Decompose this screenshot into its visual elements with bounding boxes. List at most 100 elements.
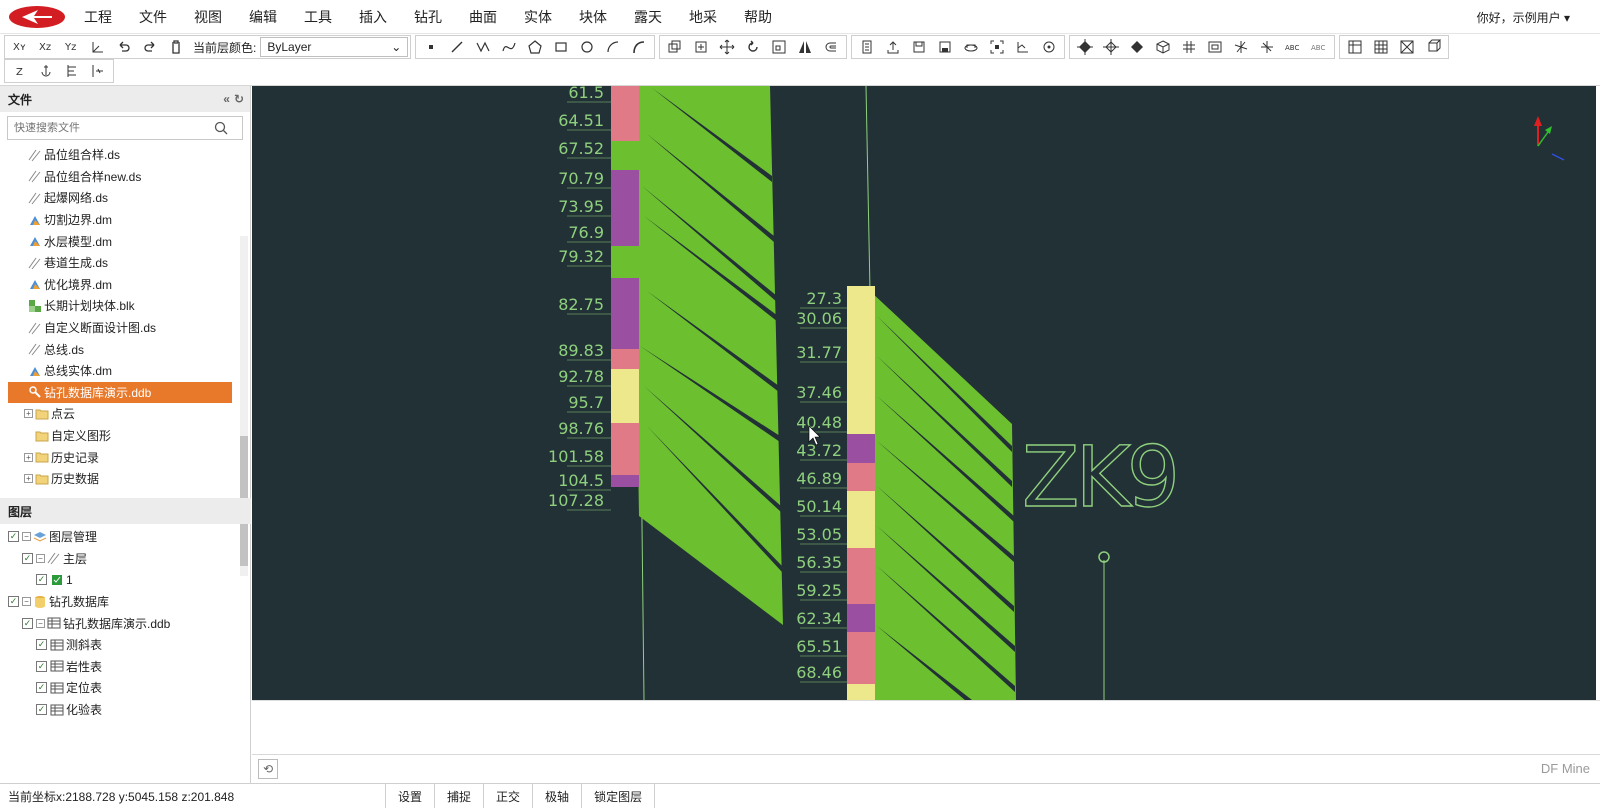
menu-drill[interactable]: 钻孔 [414, 7, 442, 27]
folder-item[interactable]: 自定义图形 [0, 425, 250, 447]
user-menu[interactable]: 你好，示例用户 ▾ [1477, 9, 1570, 26]
menu-solid[interactable]: 实体 [524, 7, 552, 27]
table-grid-icon[interactable] [1368, 36, 1394, 58]
view-xy-icon[interactable]: Xʏ [7, 36, 33, 58]
curve-icon[interactable] [496, 36, 522, 58]
layer-item[interactable]: ✓ − 钻孔数据库 [0, 591, 251, 613]
layer-item[interactable]: ✓ − 图层管理 [0, 526, 251, 548]
rotate-icon[interactable] [740, 36, 766, 58]
zoom-extents-icon[interactable] [984, 36, 1010, 58]
menu-edit[interactable]: 编辑 [249, 7, 277, 27]
view-3d-icon[interactable] [85, 36, 111, 58]
upload-icon[interactable] [880, 36, 906, 58]
arc-icon[interactable] [600, 36, 626, 58]
collapse-icon[interactable]: « [223, 92, 230, 106]
intersect-icon[interactable] [1228, 36, 1254, 58]
collapse-icon[interactable]: − [22, 532, 31, 542]
save-icon[interactable] [906, 36, 932, 58]
circle-icon[interactable] [574, 36, 600, 58]
profile-icon[interactable] [85, 60, 111, 82]
layer-item[interactable]: ✓ 化验表 [0, 699, 251, 721]
frame-icon[interactable] [1394, 36, 1420, 58]
file-search-box[interactable] [7, 116, 243, 140]
layer-visibility-checkbox[interactable]: ✓ [22, 552, 33, 564]
menu-help[interactable]: 帮助 [744, 7, 772, 27]
print-icon[interactable] [958, 36, 984, 58]
layer-item[interactable]: ✓ − 主层 [0, 548, 251, 570]
layer-visibility-checkbox[interactable]: ✓ [36, 639, 47, 651]
history-icon[interactable]: ⟲ [258, 759, 278, 779]
command-line[interactable]: ⟲ DF Mine [252, 754, 1600, 782]
layer-visibility-checkbox[interactable]: ✓ [8, 596, 19, 608]
layer-item[interactable]: ✓ − 钻孔数据库演示.ddb [0, 612, 251, 634]
rectangle-icon[interactable] [548, 36, 574, 58]
file-item[interactable]: 起爆网络.ds [0, 187, 250, 209]
menu-surface[interactable]: 曲面 [469, 7, 497, 27]
settings-button[interactable]: 设置 [385, 783, 434, 808]
menu-insert[interactable]: 插入 [359, 7, 387, 27]
file-tree-scrollbar[interactable] [240, 236, 248, 576]
scale-icon[interactable] [766, 36, 792, 58]
ortho-button[interactable]: 正交 [483, 783, 532, 808]
view-yz-icon[interactable]: Yᴢ [59, 36, 85, 58]
snap-center-icon[interactable] [1098, 36, 1124, 58]
delete-icon[interactable] [163, 36, 189, 58]
menu-file[interactable]: 文件 [139, 7, 167, 27]
document-icon[interactable] [854, 36, 880, 58]
mirror-icon[interactable] [792, 36, 818, 58]
layer-visibility-checkbox[interactable]: ✓ [36, 682, 47, 694]
grid-icon[interactable] [1176, 36, 1202, 58]
layer-visibility-checkbox[interactable]: ✓ [36, 704, 47, 716]
menu-openpit[interactable]: 露天 [634, 7, 662, 27]
section-icon[interactable] [1202, 36, 1228, 58]
menu-project[interactable]: 工程 [84, 7, 112, 27]
redo-icon[interactable] [137, 36, 163, 58]
layer-item[interactable]: ✓ 1 [0, 569, 251, 591]
file-item[interactable]: 水层模型.dm [0, 230, 250, 252]
menu-underground[interactable]: 地采 [689, 7, 717, 27]
refresh-icon[interactable]: ↻ [234, 92, 244, 106]
snap-button[interactable]: 捕捉 [434, 783, 483, 808]
layer-item[interactable]: ✓ 岩性表 [0, 656, 251, 678]
lock-layer-button[interactable]: 锁定图层 [581, 783, 656, 808]
line-icon[interactable] [444, 36, 470, 58]
snap-point-icon[interactable] [1072, 36, 1098, 58]
trim-icon[interactable] [818, 36, 844, 58]
expand-icon[interactable]: + [24, 474, 33, 484]
folder-item[interactable]: + 历史记录 [0, 446, 250, 468]
save-as-icon[interactable] [932, 36, 958, 58]
layer-visibility-checkbox[interactable]: ✓ [36, 574, 47, 586]
box-view-icon[interactable] [1420, 36, 1446, 58]
layer-item[interactable]: ✓ 定位表 [0, 677, 251, 699]
collapse-icon[interactable]: − [36, 618, 45, 628]
extend-icon[interactable] [1254, 36, 1280, 58]
layer-item[interactable]: ✓ 测斜表 [0, 634, 251, 656]
file-item[interactable]: 自定义断面设计图.ds [0, 317, 250, 339]
undo-icon[interactable] [111, 36, 137, 58]
point-icon[interactable] [418, 36, 444, 58]
file-item[interactable]: 优化境界.dm [0, 274, 250, 296]
layer-visibility-checkbox[interactable]: ✓ [22, 617, 33, 629]
layer-visibility-checkbox[interactable]: ✓ [36, 660, 47, 672]
file-item[interactable]: 总线.ds [0, 338, 250, 360]
polyline-icon[interactable] [470, 36, 496, 58]
menu-block[interactable]: 块体 [579, 7, 607, 27]
snap-vertex-icon[interactable] [1124, 36, 1150, 58]
file-item[interactable]: 切割边界.dm [0, 209, 250, 231]
menu-view[interactable]: 视图 [194, 7, 222, 27]
spline-icon[interactable] [626, 36, 652, 58]
measure-icon[interactable] [1010, 36, 1036, 58]
file-item[interactable]: 品位组合样.ds [0, 144, 250, 166]
file-item[interactable]: 总线实体.dm [0, 360, 250, 382]
menu-tools[interactable]: 工具 [304, 7, 332, 27]
expand-icon[interactable]: + [24, 409, 33, 419]
offset-icon[interactable] [688, 36, 714, 58]
collapse-icon[interactable]: − [22, 597, 31, 607]
view-xz-icon[interactable]: Xᴢ [33, 36, 59, 58]
collapse-icon[interactable]: − [36, 553, 45, 563]
file-item[interactable]: 品位组合样new.ds [0, 166, 250, 188]
search-icon[interactable] [214, 121, 228, 135]
anchor-icon[interactable] [33, 60, 59, 82]
folder-item[interactable]: + 历史数据 [0, 468, 250, 490]
drawing-canvas[interactable]: 61.5 64.51 67.52 70.79 73.95 76.9 79.32 82.75 89… [252, 86, 1596, 700]
